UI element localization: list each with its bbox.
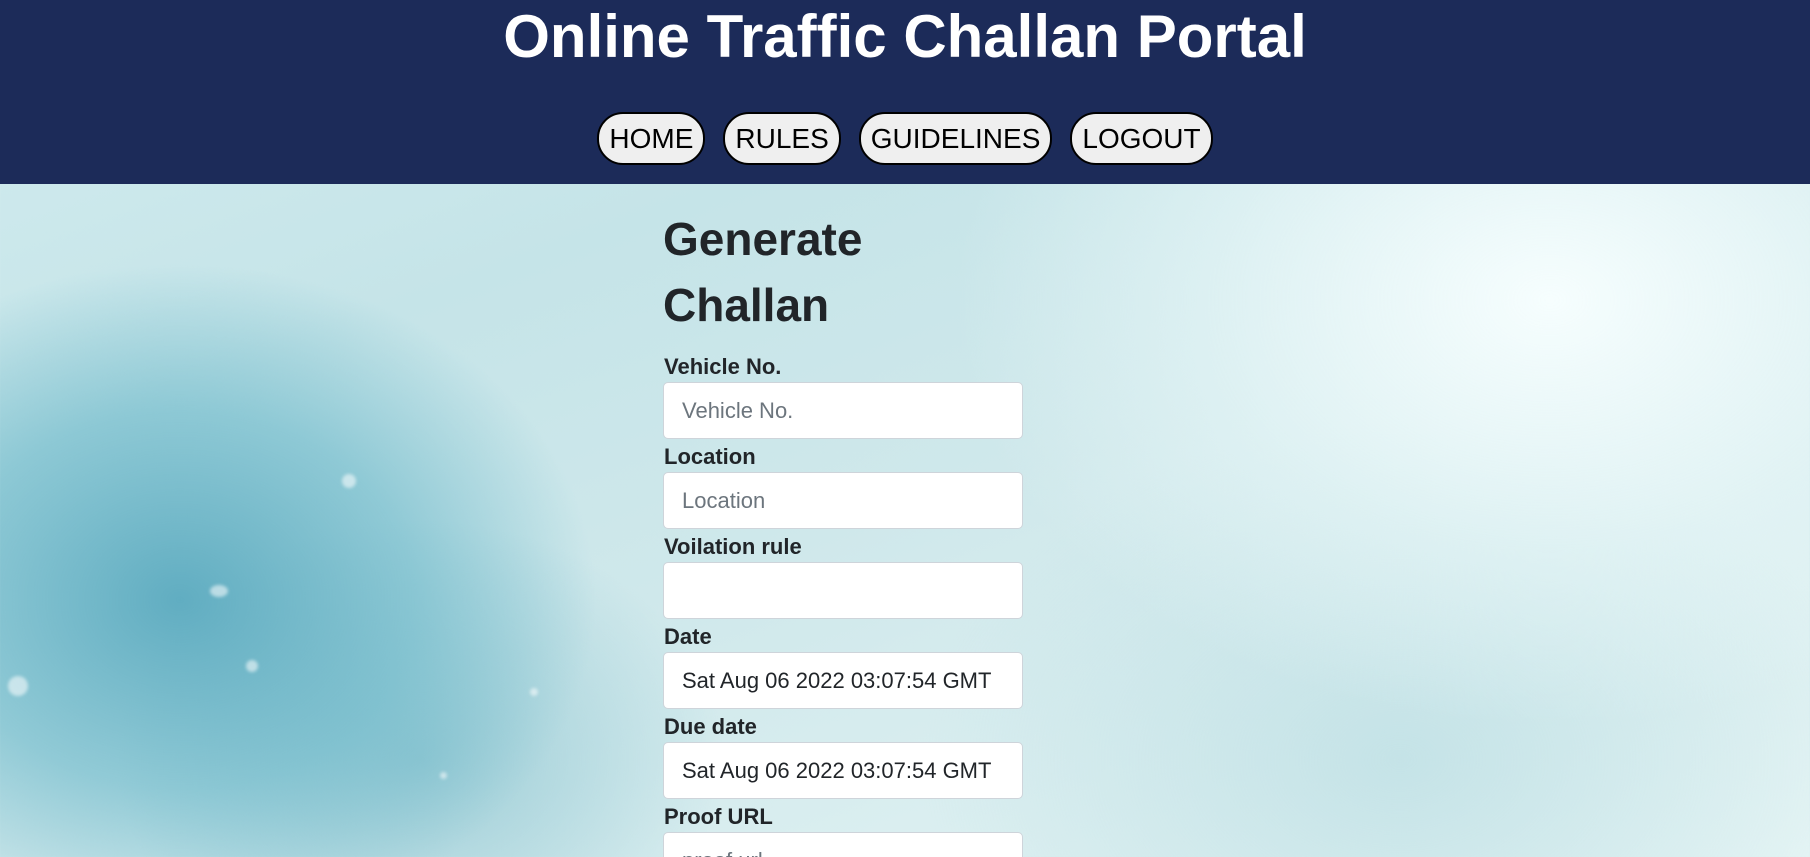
portal-title: Online Traffic Challan Portal xyxy=(503,3,1307,70)
nav-logout-button[interactable]: LOGOUT xyxy=(1070,112,1213,165)
nav-guidelines-button[interactable]: GUIDELINES xyxy=(858,112,1053,165)
violation-label: Voilation rule xyxy=(664,534,802,559)
proof-label: Proof URL xyxy=(664,804,773,829)
date-field-group: Date xyxy=(663,622,1023,709)
form-title: Generate Challan xyxy=(663,213,863,331)
generate-challan-form: Generate Challan Vehicle No. Location Vo… xyxy=(663,206,1023,857)
location-label: Location xyxy=(664,444,756,469)
background-sparkle xyxy=(440,772,447,779)
nav-rules-button[interactable]: RULES xyxy=(723,112,841,165)
proof-field-group: Proof URL xyxy=(663,802,1023,857)
due-date-input[interactable] xyxy=(663,742,1023,799)
vehicle-number-input[interactable] xyxy=(663,382,1023,439)
due-date-field-group: Due date xyxy=(663,712,1023,799)
vehicle-label: Vehicle No. xyxy=(664,354,782,379)
violation-rule-input[interactable] xyxy=(663,562,1023,619)
background-sparkle xyxy=(8,676,28,696)
main-nav: HOME RULES GUIDELINES LOGOUT xyxy=(0,112,1810,165)
background-sparkle xyxy=(342,474,356,488)
background-sparkle xyxy=(210,585,228,597)
background-sparkle xyxy=(246,660,258,672)
violation-field-group: Voilation rule xyxy=(663,532,1023,619)
date-label: Date xyxy=(664,624,712,649)
nav-home-button[interactable]: HOME xyxy=(597,112,706,165)
proof-url-input[interactable] xyxy=(663,832,1023,857)
vehicle-field-group: Vehicle No. xyxy=(663,352,1023,439)
date-input[interactable] xyxy=(663,652,1023,709)
background-sparkle xyxy=(530,688,538,696)
location-input[interactable] xyxy=(663,472,1023,529)
due-date-label: Due date xyxy=(664,714,757,739)
site-header: Online Traffic Challan Portal HOME RULES… xyxy=(0,0,1810,184)
location-field-group: Location xyxy=(663,442,1023,529)
